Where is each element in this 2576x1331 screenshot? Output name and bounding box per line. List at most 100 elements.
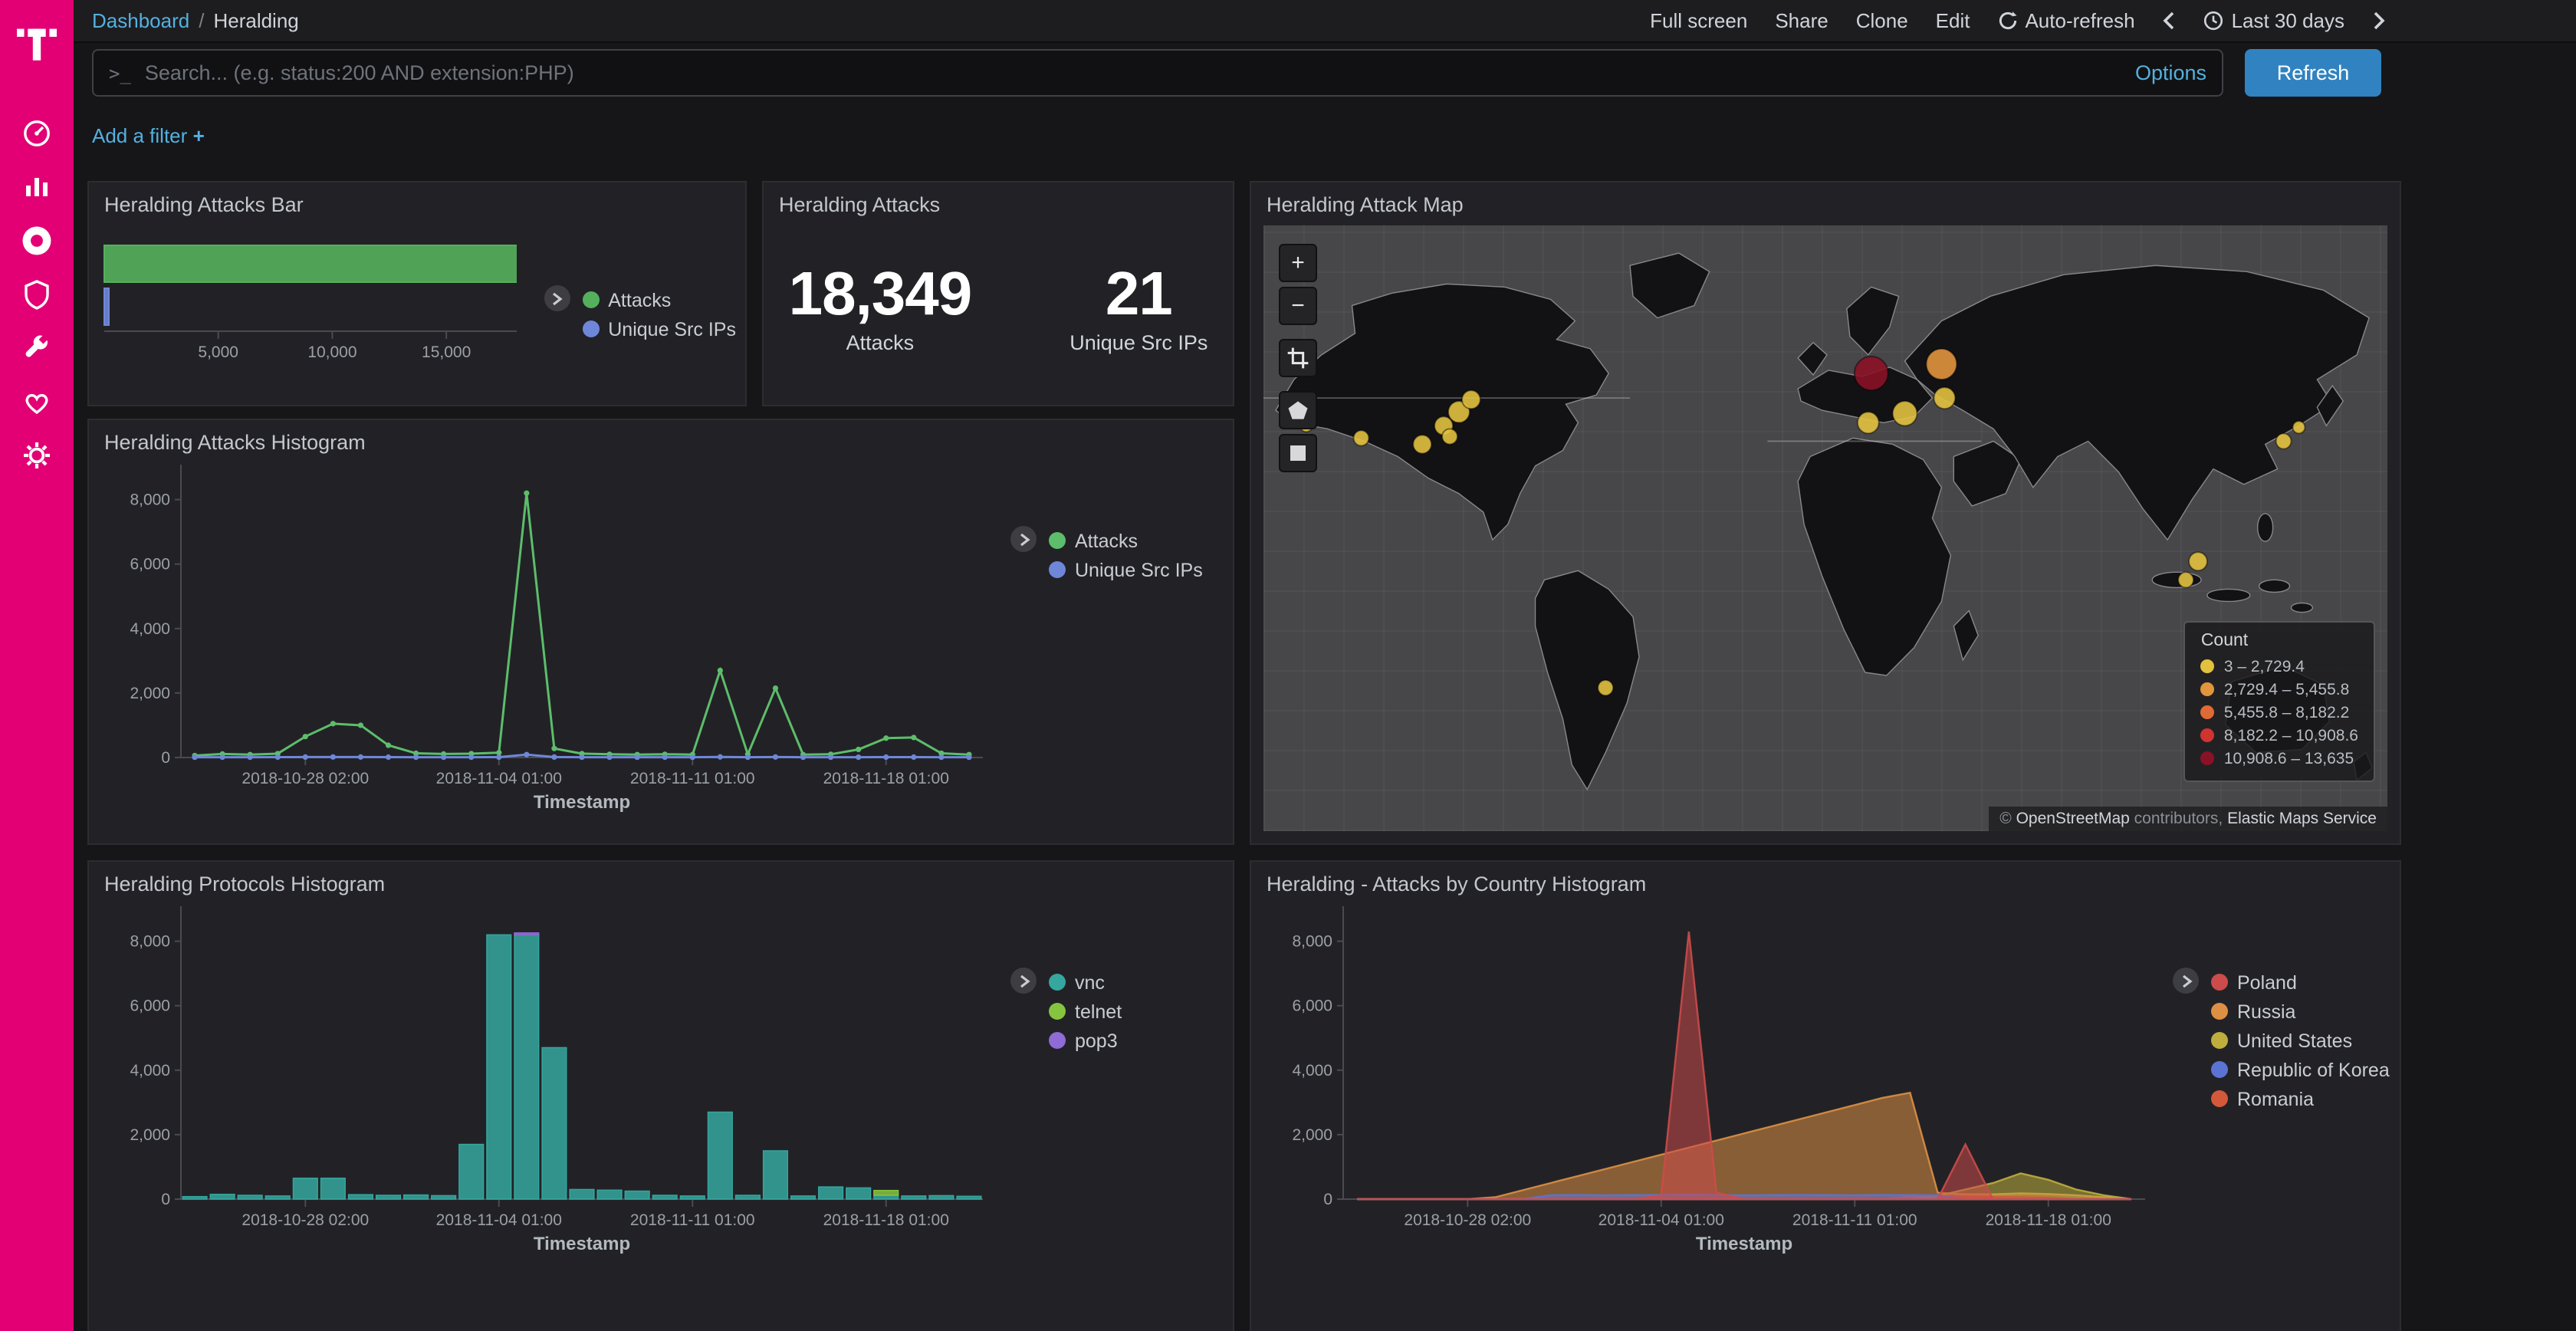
map-legend-row: 5,455.8 – 8,182.2 <box>2201 701 2358 724</box>
sidebar-item-security[interactable] <box>0 271 74 317</box>
protocols-histogram-chart[interactable]: 02,0004,0006,0008,0002018-10-28 02:00201… <box>101 900 998 1331</box>
attacks-bar-chart[interactable]: 5,00010,00015,000 <box>101 233 516 380</box>
map-zoom-out-button[interactable]: − <box>1279 287 1317 325</box>
svg-text:5,000: 5,000 <box>198 343 238 361</box>
panel-title: Heralding Protocols Histogram <box>89 862 1233 900</box>
legend-color-dot <box>1049 1032 1066 1049</box>
legend-color-dot <box>1049 1003 1066 1020</box>
legend-item[interactable]: pop3 <box>1049 1026 1122 1055</box>
full-screen-button[interactable]: Full screen <box>1650 9 1747 32</box>
legend-label: telnet <box>1075 1001 1122 1022</box>
legend-item[interactable]: vnc <box>1049 968 1122 997</box>
panel-title: Heralding Attacks <box>764 182 1233 221</box>
country-histogram-chart[interactable]: 02,0004,0006,0008,0002018-10-28 02:00201… <box>1263 900 2160 1331</box>
svg-text:Timestamp: Timestamp <box>534 792 630 813</box>
map-legend-dot <box>2201 751 2215 765</box>
legend-color-dot <box>1049 532 1066 549</box>
svg-text:Timestamp: Timestamp <box>534 1234 630 1254</box>
sidebar-item-health[interactable] <box>0 379 74 425</box>
speedometer-icon <box>21 118 52 149</box>
legend-color-dot <box>1049 561 1066 578</box>
query-options-link[interactable]: Options <box>2135 61 2206 84</box>
legend-item[interactable]: Unique Src IPs <box>1049 555 1203 584</box>
legend-label: Unique Src IPs <box>608 318 736 340</box>
query-bar: >_ Options Refresh <box>92 49 2381 97</box>
map-legend-row: 2,729.4 – 5,455.8 <box>2201 678 2358 701</box>
legend-label: Romania <box>2237 1088 2314 1109</box>
map-fit-bounds-button[interactable] <box>1279 339 1317 377</box>
sidebar-item-overview[interactable] <box>0 110 74 156</box>
clone-button[interactable]: Clone <box>1856 9 1908 32</box>
search-input[interactable] <box>145 61 2120 84</box>
attack-map[interactable]: + − Count 3 – 2,729.42,729.4 – 5,455.85,… <box>1263 225 2387 831</box>
attacks-histogram-chart[interactable]: 02,0004,0006,0008,0002018-10-28 02:00201… <box>101 458 998 839</box>
elastic-maps-service-link[interactable]: Elastic Maps Service <box>2227 810 2377 828</box>
map-legend-row: 8,182.2 – 10,908.6 <box>2201 724 2358 747</box>
panel-title: Heralding Attacks Histogram <box>89 420 1233 458</box>
time-next-button[interactable] <box>2372 11 2386 31</box>
legend-item[interactable]: Romania <box>2211 1084 2390 1113</box>
time-range-picker[interactable]: Last 30 days <box>2204 9 2344 32</box>
refresh-button[interactable]: Refresh <box>2245 49 2381 97</box>
panel-attacks-bar: Heralding Attacks Bar 5,00010,00015,000 … <box>87 181 747 406</box>
map-legend-row: 3 – 2,729.4 <box>2201 655 2358 678</box>
legend-color-dot <box>2211 1032 2228 1049</box>
map-draw-rectangle-button[interactable] <box>1279 434 1317 472</box>
legend-item[interactable]: Russia <box>2211 997 2390 1026</box>
legend-toggle-icon[interactable] <box>1010 968 1037 994</box>
sidebar <box>0 0 74 1331</box>
svg-text:2018-11-04 01:00: 2018-11-04 01:00 <box>436 1211 562 1229</box>
legend-item[interactable]: Attacks <box>582 285 736 314</box>
svg-text:2018-11-18 01:00: 2018-11-18 01:00 <box>823 770 949 787</box>
kibana-dashboard: Dashboard / Heralding Full screen Share … <box>0 0 2576 1331</box>
legend-label: Attacks <box>1075 530 1138 551</box>
svg-text:2018-11-04 01:00: 2018-11-04 01:00 <box>1598 1211 1724 1229</box>
svg-text:4,000: 4,000 <box>1292 1062 1332 1080</box>
panel-attacks-metric: Heralding Attacks 18,349 Attacks 21 Uniq… <box>762 181 1234 406</box>
svg-text:4,000: 4,000 <box>130 1062 170 1080</box>
donut-icon <box>20 224 54 258</box>
breadcrumb-current: Heralding <box>213 9 298 32</box>
auto-refresh-button[interactable]: Auto-refresh <box>1997 9 2134 32</box>
attribution-text: contributors, <box>2130 810 2227 828</box>
sidebar-item-dashboard-active[interactable] <box>0 218 74 264</box>
panel-title: Heralding - Attacks by Country Histogram <box>1251 862 2400 900</box>
edit-button[interactable]: Edit <box>1936 9 1970 32</box>
bar-chart-icon <box>21 172 52 202</box>
openstreetmap-link[interactable]: OpenStreetMap <box>2016 810 2130 828</box>
map-draw-polygon-button[interactable] <box>1279 391 1317 429</box>
search-field-container: >_ Options <box>92 49 2223 97</box>
add-filter-link[interactable]: Add a filter + <box>92 124 205 147</box>
legend-color-dot <box>582 320 599 337</box>
legend-item[interactable]: United States <box>2211 1026 2390 1055</box>
time-prev-button[interactable] <box>2163 11 2177 31</box>
legend: vnc telnet pop3 <box>1010 968 1122 1331</box>
sidebar-item-settings[interactable] <box>0 432 74 478</box>
plus-icon: + <box>193 124 205 147</box>
legend-toggle-icon[interactable] <box>1010 526 1037 552</box>
panel-title: Heralding Attacks Bar <box>89 182 745 221</box>
breadcrumb-dashboard[interactable]: Dashboard <box>92 9 189 32</box>
legend-label: Russia <box>2237 1001 2295 1022</box>
panel-title: Heralding Attack Map <box>1251 182 2400 221</box>
telekom-logo[interactable] <box>0 0 74 86</box>
legend-color-dot <box>2211 1061 2228 1078</box>
sidebar-item-visualize[interactable] <box>0 164 74 210</box>
legend-toggle-icon[interactable] <box>544 285 570 311</box>
legend-item[interactable]: Unique Src IPs <box>582 314 736 343</box>
legend-item[interactable]: Attacks <box>1049 526 1203 555</box>
legend-label: Unique Src IPs <box>1075 559 1203 580</box>
legend-item[interactable]: Poland <box>2211 968 2390 997</box>
topbar: Dashboard / Heralding Full screen Share … <box>74 0 2576 43</box>
gear-icon <box>21 440 52 471</box>
legend-toggle-icon[interactable] <box>2173 968 2199 994</box>
map-legend-dot <box>2201 659 2215 673</box>
legend-item[interactable]: telnet <box>1049 997 1122 1026</box>
share-button[interactable]: Share <box>1775 9 1828 32</box>
map-zoom-in-button[interactable]: + <box>1279 244 1317 282</box>
chevron-right-icon <box>2372 11 2386 31</box>
legend-label: United States <box>2237 1030 2352 1051</box>
sidebar-item-tools[interactable] <box>0 325 74 371</box>
panel-attack-map: Heralding Attack Map <box>1250 181 2401 845</box>
legend-item[interactable]: Republic of Korea <box>2211 1055 2390 1084</box>
